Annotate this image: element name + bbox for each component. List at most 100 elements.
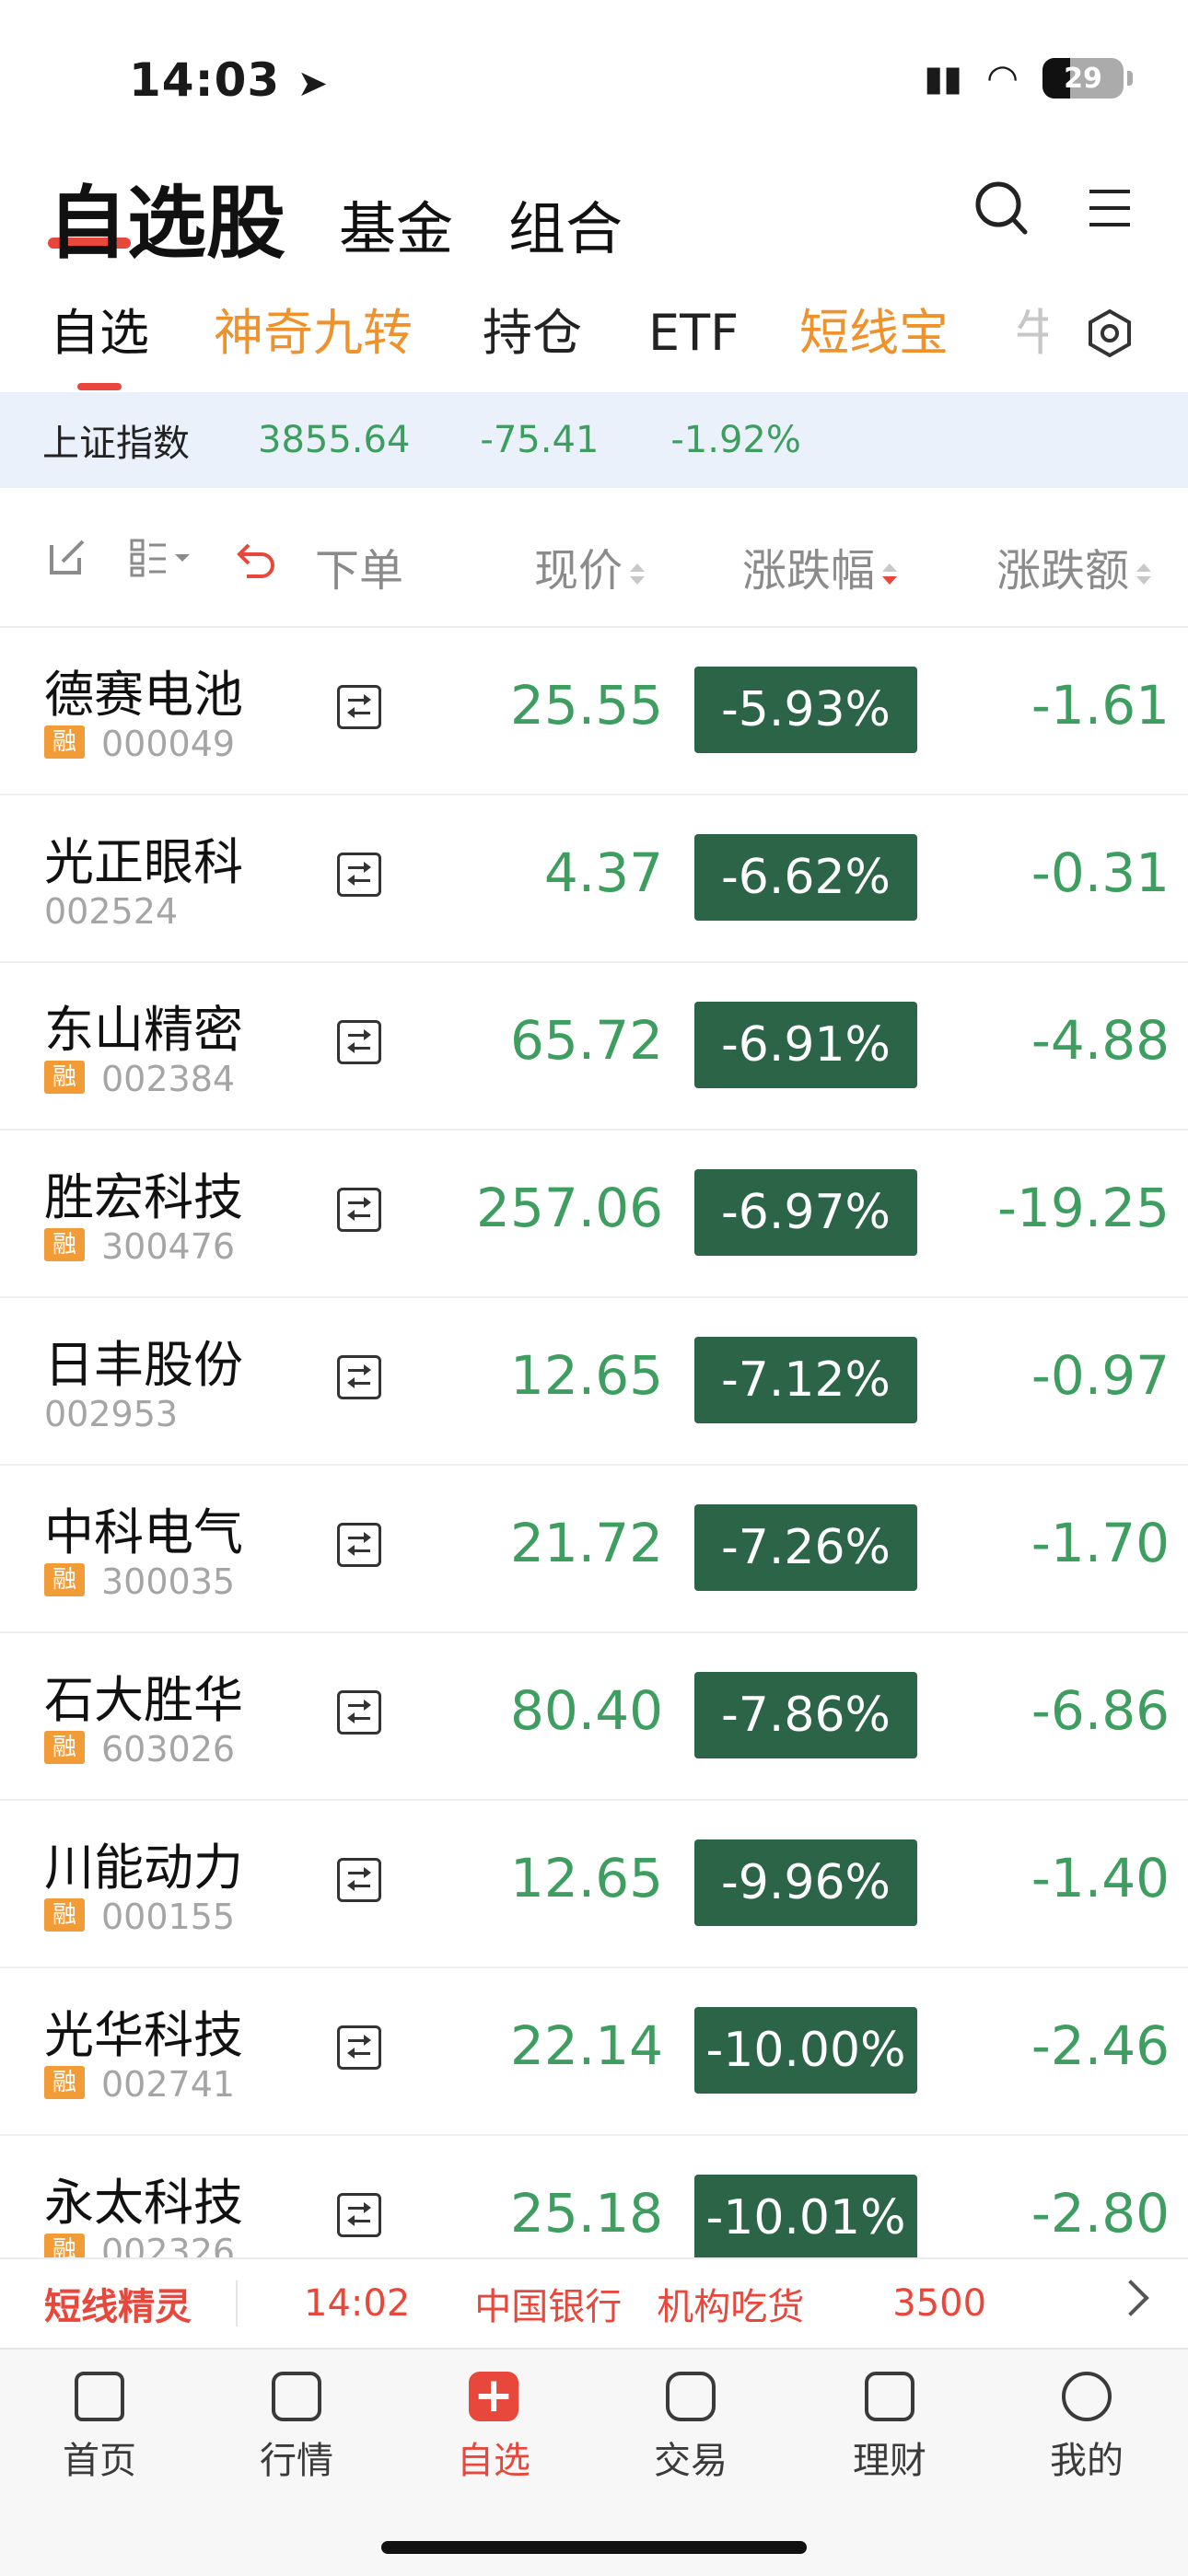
trade-icon[interactable] bbox=[337, 2025, 381, 2070]
stock-price: 22.14 bbox=[509, 2014, 663, 2077]
list-view-icon[interactable] bbox=[129, 538, 197, 578]
trade-icon[interactable] bbox=[337, 853, 381, 897]
stock-change: -1.40 bbox=[1031, 1847, 1170, 1909]
stock-pct-badge[interactable]: -7.26% bbox=[694, 1504, 917, 1591]
stock-row[interactable]: 中科电气融 300035 21.72 -7.26% -1.70 bbox=[0, 1466, 1188, 1633]
stock-code: 002953 bbox=[44, 1394, 179, 1434]
trade-icon[interactable] bbox=[337, 1188, 381, 1232]
stock-pct-badge[interactable]: -7.86% bbox=[694, 1672, 917, 1758]
trade-icon[interactable] bbox=[337, 685, 381, 729]
ticker-bar[interactable]: 短线精灵 14:02 中国银行 机构吃货 3500 bbox=[0, 2257, 1188, 2348]
location-arrow-icon: ➤ bbox=[297, 63, 330, 105]
stock-change: -2.46 bbox=[1031, 2014, 1170, 2077]
stock-pct-badge[interactable]: -5.93% bbox=[694, 667, 917, 753]
stock-price: 12.65 bbox=[509, 1847, 663, 1909]
trade-icon[interactable] bbox=[337, 1690, 381, 1735]
stock-pct-badge[interactable]: -7.12% bbox=[694, 1337, 917, 1423]
trade-icon[interactable] bbox=[337, 2193, 381, 2237]
stock-row[interactable]: 石大胜华融 603026 80.40 -7.86% -6.86 bbox=[0, 1633, 1188, 1801]
subtab-watchlist[interactable]: 自选 bbox=[50, 299, 149, 367]
stock-change: -1.70 bbox=[1031, 1512, 1170, 1574]
stock-name: 中科电气 bbox=[44, 1503, 243, 1561]
index-bar[interactable]: 上证指数 3855.64 -75.41 -1.92% bbox=[0, 392, 1188, 488]
ticker-brand: 短线精灵 bbox=[44, 2286, 192, 2328]
stock-code: 000155 bbox=[101, 1897, 236, 1937]
header-tab-watchlist[interactable]: 自选股 bbox=[48, 158, 285, 273]
trade-icon[interactable] bbox=[337, 1020, 381, 1064]
nav-trade[interactable]: 交易 bbox=[608, 2359, 774, 2484]
index-change: -75.41 bbox=[480, 419, 600, 461]
stock-pct-badge[interactable]: -10.00% bbox=[694, 2007, 917, 2094]
status-time: 14:03 ➤ bbox=[129, 53, 330, 107]
stock-row[interactable]: 光华科技融 002741 22.14 -10.00% -2.46 bbox=[0, 1968, 1188, 2136]
stock-pct-badge[interactable]: -9.96% bbox=[694, 1839, 917, 1926]
margin-badge: 融 bbox=[44, 1228, 85, 1261]
sort-icon bbox=[630, 563, 646, 585]
search-icon[interactable] bbox=[974, 180, 1030, 239]
stock-price: 4.37 bbox=[543, 841, 663, 904]
nav-me[interactable]: 我的 bbox=[1004, 2359, 1170, 2484]
stock-change: -19.25 bbox=[997, 1177, 1170, 1239]
margin-badge: 融 bbox=[44, 1898, 85, 1932]
stock-pct-badge[interactable]: -6.97% bbox=[694, 1169, 917, 1256]
stock-name: 东山精密 bbox=[44, 1001, 243, 1059]
menu-icon[interactable] bbox=[1087, 188, 1133, 228]
stock-name: 德赛电池 bbox=[44, 666, 243, 724]
stock-code: 603026 bbox=[101, 1729, 236, 1770]
stock-code: 002741 bbox=[101, 2064, 236, 2105]
undo-icon[interactable] bbox=[236, 538, 278, 578]
stock-pct-badge[interactable]: -10.01% bbox=[694, 2175, 917, 2261]
subtab-magic-nine[interactable]: 神奇九转 bbox=[214, 299, 413, 367]
user-icon bbox=[1062, 2372, 1112, 2421]
stock-pct-badge[interactable]: -6.91% bbox=[694, 1002, 917, 1088]
subtab-active-indicator bbox=[77, 383, 122, 390]
stock-change: -4.88 bbox=[1031, 1009, 1170, 1072]
trade-icon[interactable] bbox=[337, 1355, 381, 1399]
nav-market[interactable]: 行情 bbox=[214, 2359, 379, 2484]
subtab-bull[interactable]: 牛 bbox=[1015, 299, 1048, 367]
battery-icon: 29 bbox=[1042, 58, 1133, 99]
stock-row[interactable]: 东山精密融 002384 65.72 -6.91% -4.88 bbox=[0, 963, 1188, 1131]
index-name: 上证指数 bbox=[42, 423, 190, 465]
stock-name: 永太科技 bbox=[44, 2174, 243, 2232]
stock-name: 日丰股份 bbox=[44, 1336, 243, 1394]
stock-pct-badge[interactable]: -6.62% bbox=[694, 834, 917, 921]
subtab-holdings[interactable]: 持仓 bbox=[483, 299, 582, 367]
settings-hexagon-icon[interactable] bbox=[1085, 308, 1135, 358]
stock-price: 25.55 bbox=[509, 674, 663, 737]
edit-icon[interactable] bbox=[46, 536, 88, 578]
stock-row[interactable]: 德赛电池融 000049 25.55 -5.93% -1.61 bbox=[0, 628, 1188, 795]
nav-wealth[interactable]: 理财 bbox=[807, 2359, 973, 2484]
stock-row[interactable]: 川能动力融 000155 12.65 -9.96% -1.40 bbox=[0, 1801, 1188, 1968]
margin-badge: 融 bbox=[44, 725, 85, 759]
sub-tab-bar: 自选 神奇九转 持仓 ETF 短线宝 牛 bbox=[0, 299, 1188, 391]
stock-name: 光华科技 bbox=[44, 2006, 243, 2064]
ticker-time: 14:02 bbox=[304, 2282, 411, 2325]
subtab-short-term[interactable]: 短线宝 bbox=[799, 299, 949, 367]
col-price[interactable]: 现价 bbox=[534, 534, 646, 598]
stock-change: -6.86 bbox=[1031, 1679, 1170, 1742]
subtab-etf[interactable]: ETF bbox=[648, 299, 739, 367]
header-tab-fund[interactable]: 基金 bbox=[339, 182, 453, 265]
stock-row[interactable]: 光正眼科 002524 4.37 -6.62% -0.31 bbox=[0, 795, 1188, 963]
trade-icon[interactable] bbox=[337, 1858, 381, 1902]
chart-icon bbox=[272, 2372, 321, 2421]
ticker-divider bbox=[236, 2280, 238, 2327]
stock-row[interactable]: 胜宏科技融 300476 257.06 -6.97% -19.25 bbox=[0, 1131, 1188, 1298]
nav-watchlist[interactable]: 自选 bbox=[411, 2359, 577, 2484]
home-icon bbox=[75, 2372, 124, 2421]
header-tab-portfolio[interactable]: 组合 bbox=[508, 182, 623, 265]
stock-change: -0.31 bbox=[1031, 841, 1170, 904]
nav-home[interactable]: 首页 bbox=[17, 2359, 182, 2484]
stock-row[interactable]: 日丰股份 002953 12.65 -7.12% -0.97 bbox=[0, 1298, 1188, 1466]
stock-name: 胜宏科技 bbox=[44, 1168, 243, 1226]
stock-name: 光正眼科 bbox=[44, 833, 243, 891]
col-order[interactable]: 下单 bbox=[315, 534, 403, 598]
stock-price: 25.18 bbox=[509, 2182, 663, 2245]
trade-icon[interactable] bbox=[337, 1523, 381, 1567]
column-header: 下单 现价 涨跌幅 涨跌额 bbox=[0, 497, 1188, 628]
stock-price: 257.06 bbox=[476, 1177, 663, 1239]
stock-code: 002384 bbox=[101, 1059, 236, 1099]
col-chg[interactable]: 涨跌额 bbox=[996, 534, 1152, 598]
col-pct[interactable]: 涨跌幅 bbox=[742, 534, 898, 598]
